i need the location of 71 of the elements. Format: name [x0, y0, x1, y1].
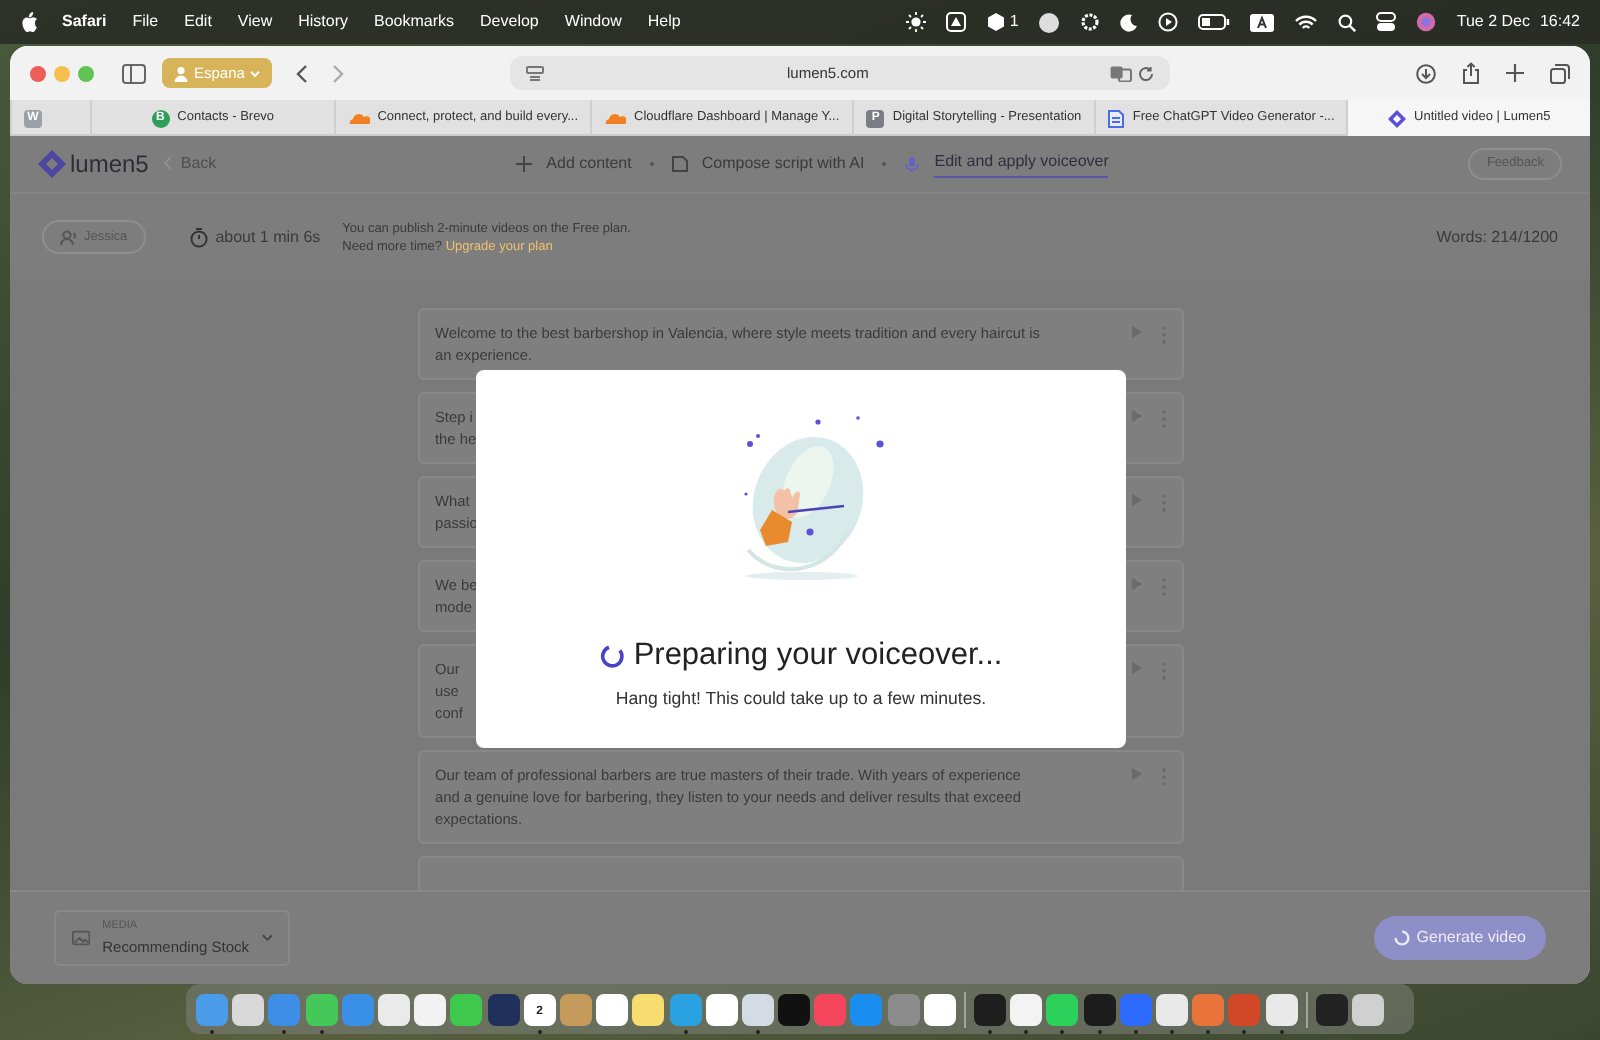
- tab-overview-icon[interactable]: [1550, 63, 1570, 83]
- separator-dot: [882, 162, 887, 166]
- menu-item[interactable]: Edit: [184, 10, 212, 34]
- search-icon[interactable]: [1338, 13, 1357, 31]
- sidebar-icon[interactable]: [122, 63, 146, 83]
- gear-icon[interactable]: [1080, 12, 1101, 32]
- app-icon[interactable]: [778, 993, 811, 1025]
- back-icon[interactable]: [296, 63, 309, 83]
- cloud-icon: [347, 112, 370, 124]
- document-icon: [1108, 109, 1125, 127]
- stopwatch-icon: [189, 227, 208, 247]
- reload-icon[interactable]: [1138, 65, 1155, 81]
- apple-icon: [20, 12, 38, 32]
- toggle-icon[interactable]: [1376, 12, 1397, 32]
- keyboard-input-icon[interactable]: [1250, 13, 1275, 31]
- modal-title: Preparing your voiceover...: [633, 636, 1003, 676]
- app-icon[interactable]: [232, 993, 265, 1025]
- menu-item[interactable]: Develop: [480, 10, 539, 34]
- play-icon[interactable]: [1158, 12, 1179, 32]
- caret-icon: [250, 69, 261, 77]
- app-icon[interactable]: [596, 993, 629, 1025]
- spinner-icon: [599, 643, 624, 668]
- share-icon[interactable]: [1462, 62, 1480, 84]
- modal-message: Hang tight! This could take up to a few minutes.: [615, 686, 987, 713]
- app-icon[interactable]: [450, 993, 483, 1025]
- app-icon[interactable]: [487, 993, 520, 1025]
- menu-item[interactable]: View: [237, 10, 273, 34]
- logo-text: lumen5: [70, 148, 149, 182]
- download-icon[interactable]: [1416, 63, 1436, 83]
- assistant-icon[interactable]: [1416, 12, 1437, 32]
- duration-text: about 1 min 6s: [215, 225, 321, 249]
- menu-item[interactable]: Window: [564, 10, 622, 34]
- cloud-icon: [604, 112, 627, 124]
- circle-icon[interactable]: [1038, 11, 1061, 33]
- triangle-icon[interactable]: [945, 12, 966, 32]
- word-count: Words: 214/1200: [1436, 225, 1558, 249]
- app-menu[interactable]: Safari: [62, 10, 107, 34]
- menu-item[interactable]: Help: [647, 10, 681, 34]
- folder-image-icon: [72, 930, 91, 946]
- battery-icon: [1198, 14, 1231, 30]
- app-icon[interactable]: [1315, 993, 1348, 1025]
- chevron-down-icon: [261, 934, 272, 942]
- cube-icon[interactable]: [985, 12, 1006, 32]
- sun-icon[interactable]: [905, 12, 926, 32]
- diamond-logo-icon: [38, 150, 66, 178]
- app-icon[interactable]: [1351, 993, 1384, 1025]
- separator-dot: [649, 162, 654, 166]
- wifi-icon[interactable]: [1294, 13, 1319, 31]
- spinner-icon: [1394, 930, 1411, 946]
- document-icon: [671, 156, 688, 172]
- app-icon[interactable]: [705, 993, 738, 1025]
- menu-item[interactable]: Bookmarks: [374, 10, 455, 34]
- menu-item[interactable]: History: [298, 10, 349, 34]
- person-icon: [174, 65, 188, 81]
- diamond-logo-icon: [1388, 109, 1407, 127]
- forward-icon[interactable]: [332, 63, 345, 83]
- status-count: 1: [1009, 10, 1019, 34]
- menu-bar-time[interactable]: 16:42: [1539, 10, 1580, 34]
- menu-bar-date[interactable]: Tue 2 Dec: [1456, 10, 1530, 34]
- moon-icon[interactable]: [1120, 13, 1139, 31]
- new-tab-icon[interactable]: [1506, 64, 1524, 82]
- person-voice-icon: [60, 229, 78, 245]
- microphone-icon: [904, 156, 921, 172]
- plus-icon: [516, 156, 533, 172]
- menu-item[interactable]: File: [132, 10, 159, 34]
- page-icon[interactable]: [526, 65, 545, 81]
- app-icon[interactable]: [414, 993, 447, 1025]
- app-icon[interactable]: [923, 993, 956, 1025]
- translate-icon[interactable]: [1110, 65, 1133, 81]
- app-icon[interactable]: [632, 993, 665, 1025]
- app-icon[interactable]: [378, 993, 411, 1025]
